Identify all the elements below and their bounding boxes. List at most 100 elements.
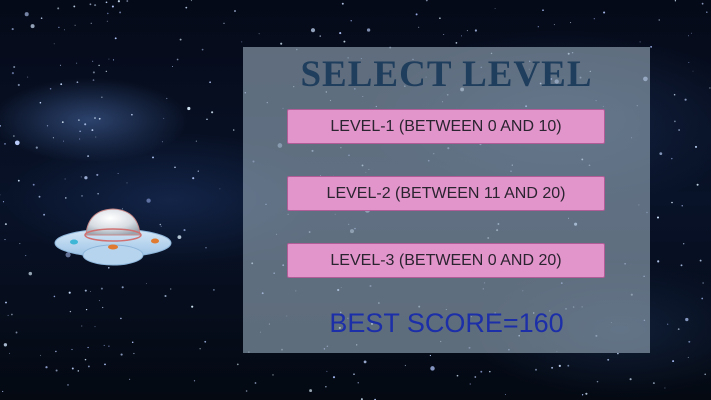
star — [65, 197, 67, 199]
star — [92, 60, 94, 62]
star — [67, 384, 69, 386]
star — [53, 295, 56, 298]
star — [49, 87, 52, 90]
star — [241, 41, 243, 43]
star — [690, 32, 692, 34]
star — [121, 286, 124, 289]
star — [126, 182, 128, 184]
star — [687, 35, 689, 37]
star — [73, 5, 76, 8]
star — [254, 382, 257, 384]
star — [38, 195, 41, 198]
star — [96, 173, 99, 176]
star — [199, 348, 201, 350]
star — [94, 4, 97, 7]
star — [24, 12, 29, 17]
star — [685, 317, 689, 322]
star — [53, 43, 55, 45]
level-3-button[interactable]: LEVEL-3 (BETWEEN 0 AND 20) — [287, 243, 605, 278]
star — [84, 176, 88, 180]
star — [232, 129, 235, 131]
star — [245, 390, 248, 392]
star — [418, 26, 420, 28]
star — [185, 6, 188, 9]
star — [77, 370, 80, 372]
star — [40, 354, 42, 356]
star — [106, 20, 108, 22]
star — [0, 125, 2, 127]
star — [71, 367, 74, 370]
star — [76, 62, 78, 64]
star — [179, 38, 182, 41]
star — [79, 138, 81, 140]
star — [187, 106, 191, 111]
level-2-button[interactable]: LEVEL-2 (BETWEEN 11 AND 20) — [287, 176, 605, 211]
star — [326, 370, 328, 372]
star — [13, 135, 15, 137]
star — [100, 287, 103, 290]
star — [581, 394, 584, 396]
star — [68, 291, 71, 294]
star — [681, 205, 683, 207]
star — [656, 216, 660, 219]
star — [46, 125, 49, 127]
star — [219, 188, 221, 190]
star — [504, 394, 506, 396]
star — [84, 123, 87, 126]
star — [415, 13, 418, 16]
ufo-icon — [52, 205, 174, 271]
star — [98, 117, 101, 120]
star — [357, 382, 359, 384]
star — [223, 22, 225, 24]
level-1-button[interactable]: LEVEL-1 (BETWEEN 0 AND 10) — [287, 109, 605, 144]
star — [404, 364, 407, 367]
star — [671, 201, 673, 204]
star — [133, 352, 135, 355]
star — [694, 145, 698, 148]
star — [60, 83, 63, 86]
star — [201, 48, 204, 51]
star — [657, 260, 660, 263]
star — [119, 11, 122, 14]
star — [350, 20, 352, 22]
star — [90, 22, 92, 24]
star — [117, 0, 120, 3]
star — [332, 376, 336, 379]
star — [45, 366, 48, 369]
star — [363, 360, 367, 364]
star — [191, 305, 194, 308]
page-title: SELECT LEVEL — [300, 54, 593, 95]
star — [92, 79, 95, 81]
star — [108, 345, 110, 347]
star — [701, 2, 704, 5]
star — [131, 113, 133, 116]
star — [702, 282, 704, 284]
star — [343, 40, 346, 43]
space-background: SELECT LEVEL LEVEL-1 (BETWEEN 0 AND 10) … — [0, 0, 711, 400]
star — [272, 374, 274, 376]
star — [19, 243, 21, 245]
star — [27, 76, 29, 78]
star — [678, 129, 680, 131]
star — [94, 326, 96, 328]
star — [64, 178, 66, 180]
star — [704, 373, 707, 376]
star — [59, 64, 62, 66]
star — [542, 9, 544, 11]
star — [466, 30, 468, 32]
star — [469, 383, 471, 385]
star — [455, 42, 458, 44]
star — [629, 378, 632, 381]
star — [425, 0, 428, 2]
star — [87, 155, 90, 158]
star — [101, 96, 103, 98]
star — [52, 137, 54, 139]
star — [14, 140, 20, 146]
star — [89, 3, 92, 6]
star — [658, 19, 660, 21]
star — [74, 24, 76, 26]
star — [650, 46, 652, 48]
star — [161, 141, 163, 143]
star — [683, 243, 685, 245]
star — [176, 58, 179, 61]
